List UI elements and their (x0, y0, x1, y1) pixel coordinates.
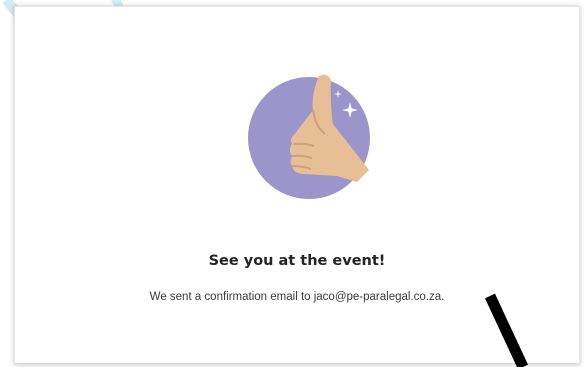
confirmation-page: See you at the event! We sent a confirma… (0, 0, 587, 367)
annotation-pointer-line (485, 293, 528, 367)
